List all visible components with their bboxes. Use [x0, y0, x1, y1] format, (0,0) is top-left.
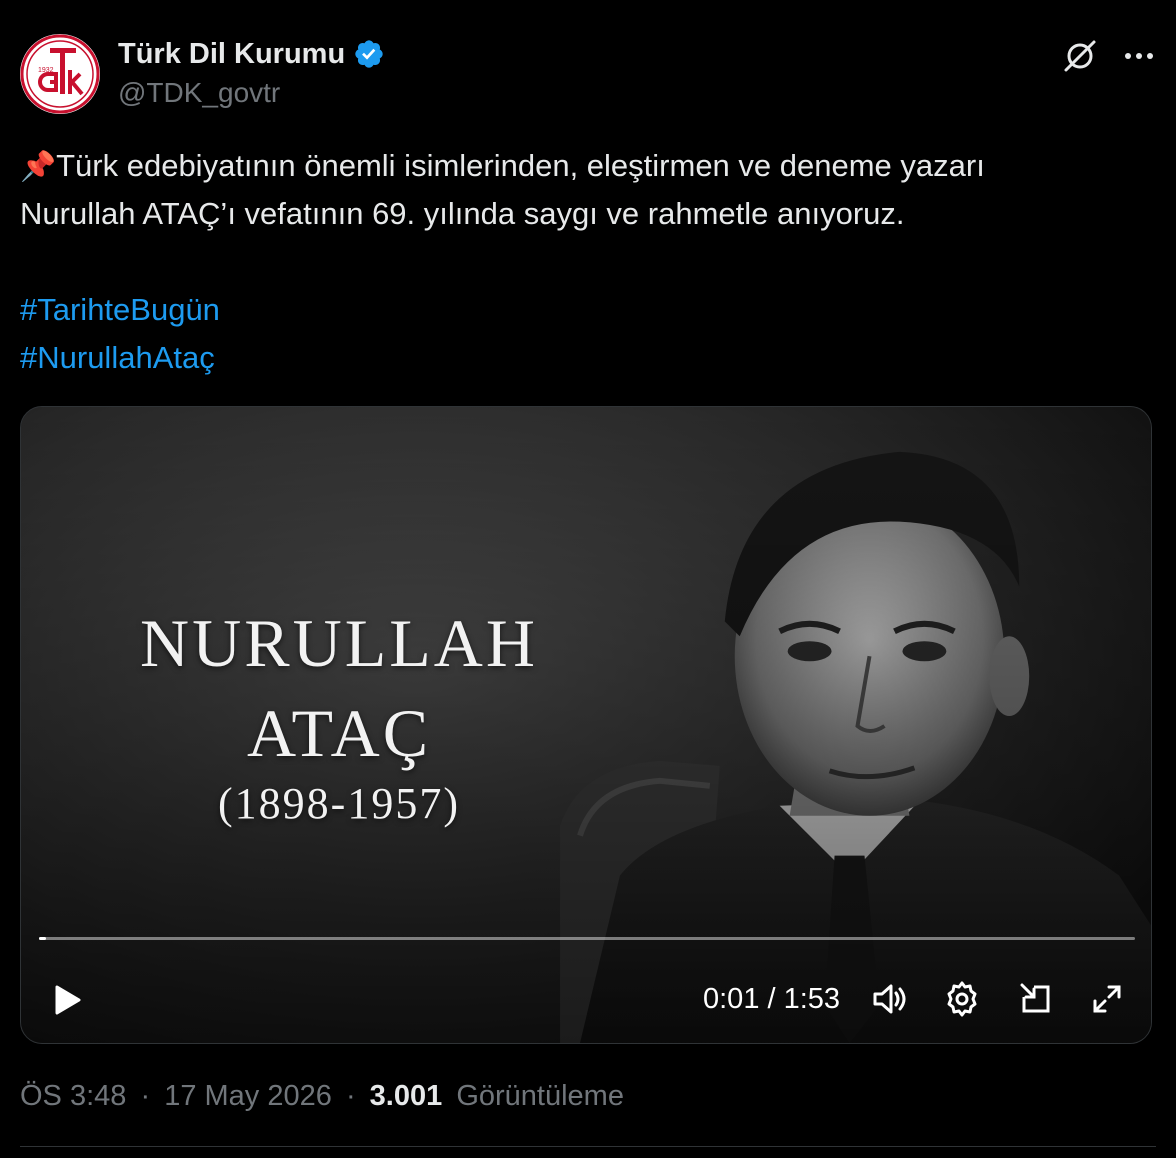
- tweet-timestamp-time[interactable]: ÖS 3:48: [20, 1080, 126, 1112]
- hashtag-link[interactable]: #NurullahAtaç: [20, 334, 220, 382]
- play-icon[interactable]: [51, 981, 85, 1019]
- video-overlay-title: NURULLAH ATAÇ (1898-1957): [109, 603, 569, 831]
- tweet-text-line-2: Nurullah ATAÇ’ı vefatının 69. yılında sa…: [20, 196, 905, 231]
- hashtag-list: #TarihteBugün #NurullahAtaç: [20, 286, 220, 382]
- meta-separator: ·: [140, 1080, 151, 1112]
- divider: [20, 1146, 1156, 1147]
- overlay-line-3: (1898-1957): [218, 779, 460, 828]
- avatar[interactable]: 1932: [20, 34, 100, 114]
- overlay-line-1: NURULLAH: [140, 605, 538, 681]
- tweet-timestamp-date[interactable]: 17 May 2026: [164, 1080, 332, 1112]
- fullscreen-icon[interactable]: [1087, 979, 1127, 1019]
- overlay-line-2: ATAÇ: [246, 695, 432, 771]
- video-time: 0:01 / 1:53: [703, 983, 841, 1015]
- video-controls: 0:01 / 1:53: [21, 973, 1151, 1025]
- author-name-row[interactable]: Türk Dil Kurumu: [118, 36, 385, 72]
- tweet-header: 1932 Türk Dil Kurumu @TDK_govtr: [20, 34, 1156, 116]
- picture-in-picture-icon[interactable]: [1016, 979, 1056, 1019]
- views-count: 3.001: [369, 1080, 443, 1112]
- video-progress-bar[interactable]: [39, 937, 1135, 940]
- tweet-text: 📌Türk edebiyatının önemli isimlerinden, …: [20, 142, 1140, 238]
- tweet-top-actions: [1060, 36, 1156, 76]
- more-icon[interactable]: [1122, 39, 1156, 73]
- video-progress-fill: [39, 937, 46, 940]
- video-player[interactable]: NURULLAH ATAÇ (1898-1957) 0:01 / 1:53: [20, 406, 1152, 1044]
- author-handle[interactable]: @TDK_govtr: [118, 74, 385, 112]
- settings-gear-icon[interactable]: [942, 979, 982, 1019]
- tweet-text-line-1: 📌Türk edebiyatının önemli isimlerinden, …: [20, 142, 1140, 190]
- author-info: Türk Dil Kurumu @TDK_govtr: [118, 36, 385, 112]
- volume-icon[interactable]: [869, 979, 909, 1019]
- tweet-text-line-1-content: Türk edebiyatının önemli isimlerinden, e…: [56, 148, 985, 183]
- avatar-year: 1932: [38, 67, 54, 74]
- pushpin-icon: 📌: [20, 149, 57, 183]
- views-label: Görüntüleme: [456, 1080, 624, 1112]
- verified-badge-icon[interactable]: [353, 38, 385, 70]
- hashtag-link[interactable]: #TarihteBugün: [20, 286, 220, 334]
- grok-icon[interactable]: [1060, 36, 1100, 76]
- author-display-name[interactable]: Türk Dil Kurumu: [118, 36, 345, 72]
- tdk-logo-icon: 1932: [20, 34, 100, 114]
- meta-separator: ·: [345, 1080, 356, 1112]
- tweet-meta: ÖS 3:48 · 17 May 2026 · 3.001 Görüntülem…: [20, 1076, 624, 1116]
